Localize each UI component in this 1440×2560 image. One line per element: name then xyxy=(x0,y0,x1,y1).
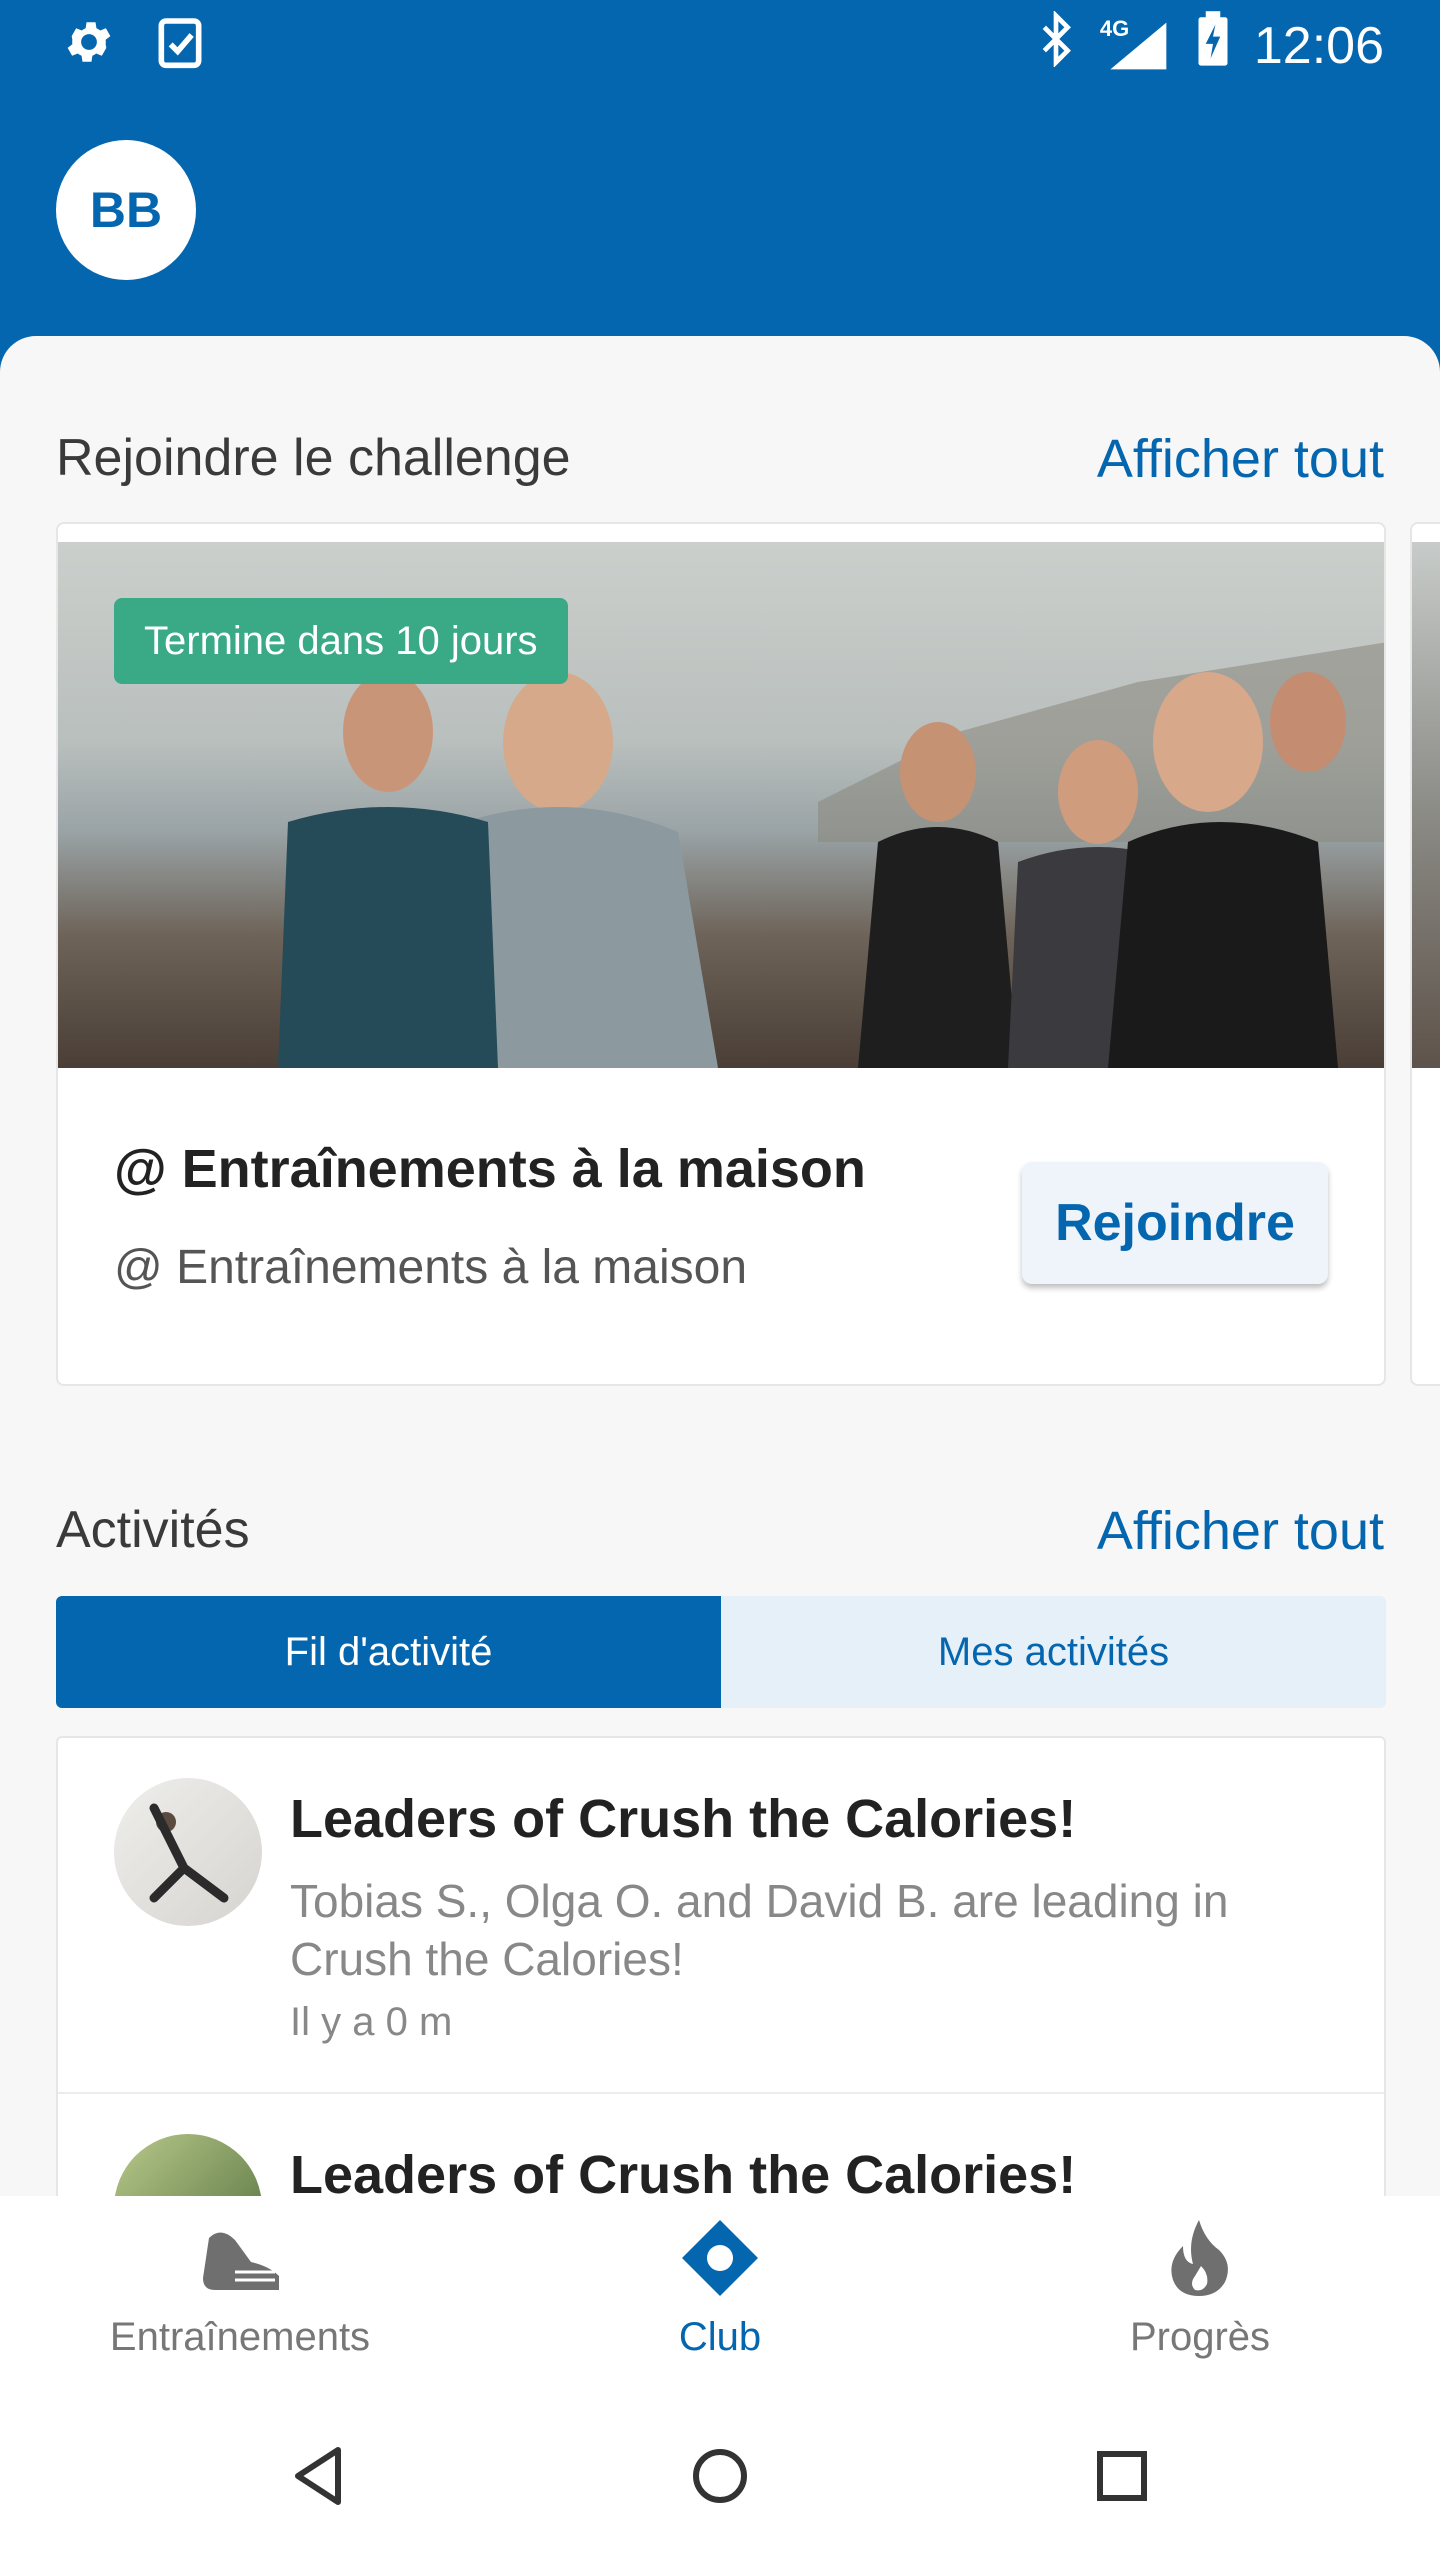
challenge-photo: Termine dans 10 jours xyxy=(58,542,1384,1068)
feed-item-avatar xyxy=(114,1778,262,1926)
join-button[interactable]: Rejoindre xyxy=(1022,1162,1328,1284)
feed-item[interactable]: Leaders of Crush the Calories! Tobias S.… xyxy=(58,1738,1384,2094)
system-navigation-bar xyxy=(0,2376,1440,2560)
home-icon[interactable] xyxy=(690,2446,750,2511)
back-icon[interactable] xyxy=(290,2446,346,2511)
nav-label-workouts: Entraînements xyxy=(109,2315,371,2359)
challenge-section-title: Rejoindre le challenge xyxy=(56,429,571,487)
status-bar: 4G 12:06 xyxy=(0,0,1440,84)
tab-my-activities[interactable]: Mes activités xyxy=(721,1596,1386,1708)
nav-label-club: Club xyxy=(678,2315,762,2359)
nav-item-workouts[interactable]: Entraînements xyxy=(60,2218,420,2360)
feed-item-title: Leaders of Crush the Calories! xyxy=(290,2145,1077,2196)
activity-tabs: Fil d'activité Mes activités xyxy=(56,1596,1386,1708)
time-remaining-badge: Termine dans 10 jours xyxy=(114,598,568,684)
clock: 12:06 xyxy=(1253,16,1384,75)
next-challenge-card-peek[interactable] xyxy=(1410,522,1440,1386)
battery-icon xyxy=(1196,10,1230,81)
nav-item-progress[interactable]: Progrès xyxy=(1020,2218,1380,2360)
bluetooth-icon xyxy=(1036,10,1076,80)
feed-item-avatar xyxy=(114,2134,262,2196)
recents-icon[interactable] xyxy=(1094,2448,1150,2509)
main-content[interactable]: Rejoindre le challenge Afficher tout Ter… xyxy=(0,336,1440,2196)
gear-icon xyxy=(62,15,116,74)
bottom-navigation: Entraînements Club Progrès xyxy=(0,2196,1440,2376)
feed-item-time: Il y a 0 m xyxy=(290,2000,453,2044)
challenge-see-all-link[interactable]: Afficher tout xyxy=(1097,428,1384,490)
challenge-card[interactable]: Termine dans 10 jours @ Entraînements à … xyxy=(56,522,1386,1386)
tab-activity-feed[interactable]: Fil d'activité xyxy=(56,1596,721,1708)
activities-section-title: Activités xyxy=(56,1501,250,1559)
challenge-subtitle: @ Entraînements à la maison xyxy=(114,1241,748,1294)
network-type-label: 4G xyxy=(1099,15,1130,41)
shoe-icon xyxy=(195,2218,285,2303)
feed-item-title: Leaders of Crush the Calories! xyxy=(290,1789,1077,1849)
club-icon xyxy=(680,2218,760,2303)
activities-see-all-link[interactable]: Afficher tout xyxy=(1097,1500,1384,1562)
flame-icon xyxy=(1165,2218,1235,2303)
signal-icon: 4G xyxy=(1099,15,1172,74)
activity-feed[interactable]: Leaders of Crush the Calories! Tobias S.… xyxy=(56,1736,1386,2196)
feed-item[interactable]: Leaders of Crush the Calories! xyxy=(58,2094,1384,2196)
challenge-title: @ Entraînements à la maison xyxy=(114,1139,866,1199)
task-check-icon xyxy=(156,14,204,75)
user-avatar[interactable]: BB xyxy=(56,140,196,280)
nav-label-progress: Progrès xyxy=(1129,2315,1271,2359)
next-challenge-photo xyxy=(1412,542,1440,1068)
feed-item-text: Tobias S., Olga O. and David B. are lead… xyxy=(290,1875,1229,1985)
nav-item-club[interactable]: Club xyxy=(540,2218,900,2360)
